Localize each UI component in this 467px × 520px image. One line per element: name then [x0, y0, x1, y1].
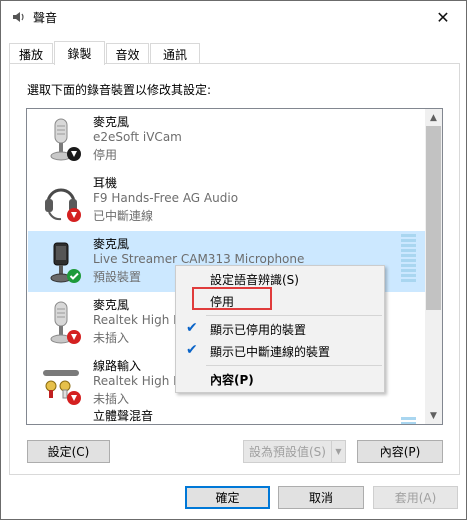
close-icon: ✕ — [436, 7, 450, 27]
device-state: 停用 — [93, 148, 118, 162]
set-default-button[interactable]: 設為預設值(S) ▼ — [243, 440, 346, 463]
apply-button[interactable]: 套用(A) — [373, 486, 458, 509]
window-title: 聲音 — [33, 11, 58, 25]
chevron-down-icon[interactable]: ▼ — [331, 441, 345, 462]
ok-button[interactable]: 確定 — [185, 486, 270, 509]
board-icon — [41, 410, 85, 425]
menu-separator — [206, 315, 382, 316]
set-default-label: 設為預設值(S) — [249, 445, 326, 459]
level-meter — [401, 234, 416, 284]
speaker-icon — [13, 12, 24, 22]
device-state: 預設裝置 — [93, 270, 142, 284]
menu-item-label: 停用 — [210, 294, 235, 309]
device-name: 線路輸入 — [93, 359, 142, 373]
microphone-icon — [50, 242, 81, 283]
menu-item-show-disabled[interactable]: ✔ 顯示已停用的裝置 — [178, 318, 382, 340]
device-description: e2eSoft iVCam — [93, 130, 182, 144]
device-description: Realtek High D — [93, 374, 183, 388]
tab-recording[interactable]: 錄製 — [54, 41, 105, 65]
properties-button[interactable]: 內容(P) — [357, 440, 443, 463]
menu-item-label: 設定語音辨識(S) — [210, 272, 299, 287]
scroll-up-icon[interactable]: ▲ — [425, 109, 442, 126]
menu-item-label: 顯示已停用的裝置 — [210, 322, 307, 337]
tab-communications[interactable]: 通訊 — [150, 43, 200, 64]
microphone-icon — [50, 118, 81, 161]
device-name: 麥克風 — [93, 298, 130, 312]
device-name: 麥克風 — [93, 115, 130, 129]
context-menu: 設定語音辨識(S) 停用 ✔ 顯示已停用的裝置 ✔ 顯示已中斷連線的裝置 內容(… — [175, 265, 385, 393]
close-button[interactable]: ✕ — [420, 1, 466, 33]
check-icon: ✔ — [186, 342, 198, 358]
device-name: 立體聲混音 — [93, 409, 154, 423]
cancel-button[interactable]: 取消 — [278, 486, 364, 509]
scroll-thumb[interactable] — [426, 126, 441, 310]
tab-sounds[interactable]: 音效 — [106, 43, 149, 64]
menu-separator — [206, 365, 382, 366]
device-state: 未插入 — [93, 331, 130, 345]
menu-item-label: 顯示已中斷連線的裝置 — [210, 344, 331, 359]
vertical-scrollbar[interactable]: ▲ ▼ — [425, 109, 442, 424]
device-description: Realtek High D — [93, 313, 183, 327]
level-meter — [401, 417, 416, 424]
menu-item-label: 內容(P) — [210, 372, 254, 387]
menu-item-configure-speech[interactable]: 設定語音辨識(S) — [178, 268, 382, 290]
device-name: 麥克風 — [93, 237, 130, 251]
tab-playback[interactable]: 播放 — [9, 43, 53, 64]
sound-dialog: 聲音 ✕ 播放 錄製 音效 通訊 選取下面的錄音裝置以修改其設定: 麥克風 e2… — [0, 0, 467, 520]
menu-item-disable[interactable]: 停用 — [178, 290, 382, 312]
instruction-text: 選取下面的錄音裝置以修改其設定: — [27, 83, 212, 97]
configure-button[interactable]: 設定(C) — [27, 440, 110, 463]
device-item[interactable]: 立體聲混音 — [28, 403, 427, 425]
check-icon: ✔ — [186, 320, 198, 336]
microphone-icon — [50, 301, 81, 344]
device-description: Live Streamer CAM313 Microphone — [93, 252, 305, 266]
device-name: 耳機 — [93, 176, 118, 190]
menu-item-show-disconnected[interactable]: ✔ 顯示已中斷連線的裝置 — [178, 340, 382, 362]
green-check-badge — [67, 269, 81, 283]
line-in-jack-icon — [43, 370, 81, 405]
device-item[interactable]: 麥克風 e2eSoft iVCam 停用 — [28, 109, 427, 170]
title-bar: 聲音 ✕ — [1, 1, 466, 33]
scroll-down-icon[interactable]: ▼ — [425, 407, 442, 424]
menu-item-properties[interactable]: 內容(P) — [178, 368, 382, 390]
device-item[interactable]: 耳機 F9 Hands-Free AG Audio 已中斷連線 — [28, 170, 427, 231]
device-state: 已中斷連線 — [93, 209, 154, 223]
device-description: F9 Hands-Free AG Audio — [93, 191, 239, 205]
headset-icon — [45, 188, 81, 222]
